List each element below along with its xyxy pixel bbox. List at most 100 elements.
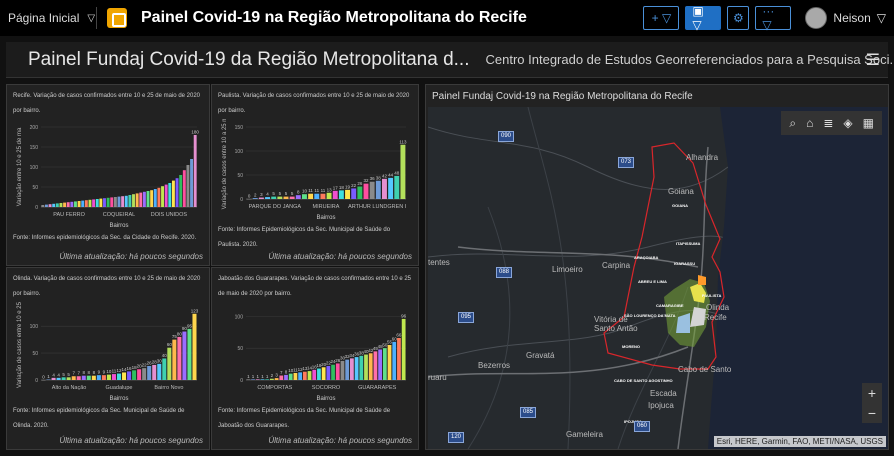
place-label: Gravatá	[526, 351, 555, 360]
bar	[52, 203, 56, 207]
bar-chart-olinda[interactable]: Variação de casos entre 10 e 25 0501000 1 4…	[13, 302, 205, 404]
bar	[56, 377, 61, 380]
bar	[312, 369, 317, 380]
chart-source: Fonte: Informes epidemiológicos da Sec. …	[13, 408, 185, 429]
data-label: 11	[308, 188, 313, 193]
data-label: 38	[376, 175, 382, 180]
y-tick-label: 50	[32, 185, 38, 191]
bar	[192, 313, 197, 380]
data-label: 32	[363, 178, 369, 183]
last-updated: Última atualização: há poucos segundos	[268, 436, 412, 445]
basemap-gallery-icon[interactable]: ▦	[863, 116, 874, 130]
chart-panel-olinda: Olinda. Variação de casos confirmados en…	[6, 267, 210, 450]
app-title: Painel Covid-19 na Região Metropolitana …	[141, 9, 527, 26]
city-label: ARAÇOIABA	[634, 255, 659, 260]
bar	[96, 375, 101, 380]
data-label: 9	[98, 370, 101, 375]
road-shield: 088	[496, 267, 512, 278]
bar	[103, 198, 106, 207]
x-tick-label: Bairro Novo	[154, 385, 183, 391]
road-shield: 060	[634, 421, 650, 432]
city-label: IGARASSU	[674, 261, 696, 266]
bar	[175, 178, 179, 207]
bar	[288, 373, 293, 380]
y-tick-label: 100	[30, 324, 39, 330]
layers-icon[interactable]: ◈	[843, 116, 852, 130]
bar-chart-recife[interactable]: Variação entre 10 e 25 de ma 0 50 100 150 200…	[13, 119, 205, 231]
bar	[260, 379, 265, 380]
bar	[46, 379, 51, 380]
city-label: GOIANA	[672, 203, 688, 208]
search-icon[interactable]: ⌕	[789, 116, 796, 131]
bar	[81, 200, 85, 207]
place-label: Bezerros	[478, 361, 511, 370]
bar	[351, 188, 357, 199]
bar	[91, 375, 96, 380]
y-tick-label: 50	[237, 346, 243, 352]
bar	[61, 377, 66, 380]
zoom-control: + −	[862, 383, 882, 423]
bar	[392, 341, 397, 380]
y-tick-label: 100	[235, 149, 244, 155]
place-label: Olinda	[706, 303, 730, 312]
bar	[302, 194, 307, 199]
chart-source: Fonte: Informes Epidemiológicos da Sec. …	[218, 408, 391, 429]
place-label: Goiana	[668, 187, 694, 196]
data-label: 7	[77, 371, 80, 376]
bar	[161, 186, 164, 207]
legend-icon[interactable]: ≣	[823, 116, 833, 130]
bar	[41, 380, 46, 381]
home-icon[interactable]: ⌂	[806, 116, 813, 130]
data-label: 7	[72, 371, 75, 376]
place-label: tentes	[428, 258, 450, 267]
chevron-down-icon[interactable]: ▽	[87, 13, 95, 24]
bar	[271, 196, 277, 199]
page-menu-label[interactable]: Página Inicial	[8, 11, 79, 25]
y-tick-label: 200	[30, 125, 39, 131]
bar	[70, 201, 74, 207]
zoom-out-button[interactable]: −	[862, 403, 882, 423]
map-attribution: Esri, HERE, Garmin, FAO, METI/NASA, USGS	[713, 436, 886, 447]
map-view[interactable]: Alhandra Goiana Limoeiro Carpina Vitória…	[428, 107, 888, 449]
chevron-down-icon: ▽	[876, 11, 886, 25]
user-menu[interactable]: Neison ▽	[805, 7, 886, 29]
bar	[147, 366, 152, 380]
bar	[66, 202, 70, 207]
bar	[117, 196, 121, 207]
bar	[121, 196, 125, 207]
bar-chart-jaboatao[interactable]: 0501001 1 1 1 1 2 37 8 10 11 12 13 14 16 18 20 22 24 2630 3…	[218, 302, 414, 404]
bar	[150, 190, 154, 207]
save-button[interactable]: ▣ ▽	[685, 4, 722, 32]
data-label: 5	[291, 191, 294, 196]
bar-chart-paulista[interactable]: Variação de casos entre 10 a 25 m 0501001…	[218, 119, 414, 223]
data-label: 48	[394, 170, 400, 175]
bar	[357, 186, 363, 199]
data-label: 95	[187, 323, 193, 328]
place-label: Alhandra	[686, 153, 719, 162]
city-label: PAULISTA	[702, 293, 722, 298]
bar	[146, 191, 150, 207]
bar	[270, 378, 274, 380]
data-label: 113	[399, 139, 407, 144]
bar	[373, 351, 378, 380]
city-label: ITAPISSUMA	[676, 241, 701, 246]
x-tick-label: MIRUEIRA	[313, 204, 340, 210]
bar	[41, 205, 45, 207]
bar	[71, 376, 76, 380]
bar	[171, 180, 175, 207]
menu-icon[interactable]: ☰	[866, 50, 880, 70]
last-updated: Última atualização: há poucos segundos	[59, 436, 203, 445]
settings-button[interactable]: ⚙	[727, 6, 750, 30]
bar	[66, 377, 71, 380]
bar	[363, 183, 369, 199]
zoom-in-button[interactable]: +	[862, 383, 882, 403]
bar	[345, 189, 350, 199]
more-button[interactable]: ··· ▽	[755, 4, 792, 32]
page-menu[interactable]: Página Inicial ▽	[0, 11, 96, 25]
y-tick-label: 100	[235, 314, 244, 320]
map-title: Painel Fundaj Covid-19 na Região Metropo…	[432, 91, 693, 102]
x-axis-label: Bairros	[109, 396, 128, 402]
data-label: 22	[351, 183, 357, 188]
add-button[interactable]: + ▽	[643, 6, 680, 30]
place-label: Ipojuca	[648, 401, 674, 410]
